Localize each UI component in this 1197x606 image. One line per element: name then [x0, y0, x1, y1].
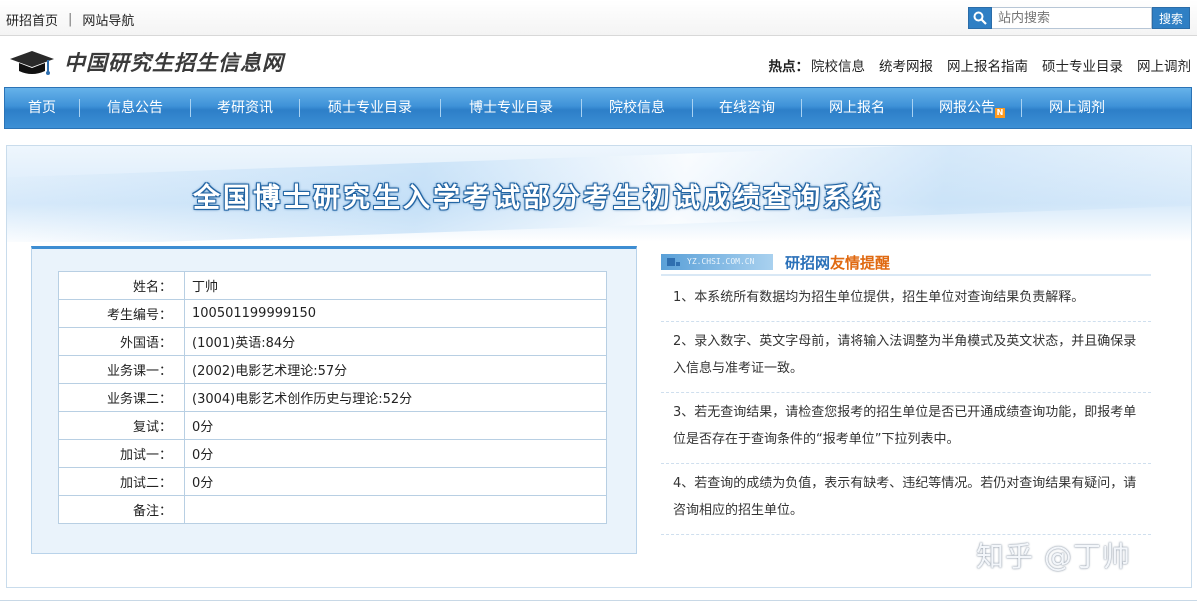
- nav-adjustment[interactable]: 网上调剂: [1022, 87, 1132, 129]
- main-nav: 首页 信息公告 考研资讯 硕士专业目录 博士专业目录 院校信息 在线咨询 网上报…: [4, 87, 1192, 129]
- main-panel: 全国博士研究生入学考试部分考生初试成绩查询系统 姓名： 丁帅 考生编号： 100501…: [6, 145, 1192, 588]
- nav-doctor-catalog[interactable]: 博士专业目录: [441, 87, 581, 129]
- notice-tag: YZ.CHSI.COM.CN: [661, 254, 773, 270]
- hot-links: 热点： 院校信息 统考网报 网上报名指南 硕士专业目录 网上调剂: [769, 55, 1192, 75]
- top-separator: |: [68, 12, 73, 27]
- field-value: 100501199999150: [184, 299, 607, 328]
- nav-master-catalog[interactable]: 硕士专业目录: [300, 87, 440, 129]
- hot-link-institutions[interactable]: 院校信息: [811, 55, 865, 75]
- search-button[interactable]: 搜索: [1152, 7, 1190, 29]
- nav-consult[interactable]: 在线咨询: [693, 87, 801, 129]
- square-icon: [676, 262, 680, 266]
- nav-announcements[interactable]: 信息公告: [80, 87, 190, 129]
- field-value: 0分: [184, 411, 607, 440]
- search-icon: [968, 7, 992, 29]
- table-row: 加试一： 0分: [58, 439, 607, 468]
- notice-list: 1、本系统所有数据均为招生单位提供，招生单位对查询结果负责解释。 2、录入数字、…: [661, 278, 1151, 535]
- notice-tag-text: YZ.CHSI.COM.CN: [687, 257, 755, 266]
- notice-item: 3、若无查询结果，请检查您报考的招生单位是否已开通成绩查询功能，即报考单位是否存…: [661, 393, 1151, 464]
- link-home[interactable]: 研招首页: [6, 10, 58, 29]
- table-row: 业务课一： (2002)电影艺术理论:57分: [58, 355, 607, 384]
- field-value: (2002)电影艺术理论:57分: [184, 355, 607, 384]
- banner: 全国博士研究生入学考试部分考生初试成绩查询系统: [7, 146, 1191, 242]
- notice-item: 2、录入数字、英文字母前，请将输入法调整为半角模式及英文状态，并且确保录入信息与…: [661, 322, 1151, 393]
- notice-item: 4、若查询的成绩为负值，表示有缺考、违纪等情况。若仍对查询结果有疑问，请咨询相应…: [661, 464, 1151, 535]
- new-badge: N: [995, 108, 1005, 118]
- field-value: [184, 495, 607, 524]
- table-row: 外国语： (1001)英语:84分: [58, 327, 607, 356]
- field-label: 加试一：: [58, 439, 185, 468]
- table-row: 加试二： 0分: [58, 467, 607, 496]
- table-row: 复试： 0分: [58, 411, 607, 440]
- top-links: 研招首页 | 网站导航: [6, 10, 134, 29]
- field-label: 加试二：: [58, 467, 185, 496]
- field-label: 姓名：: [58, 271, 185, 300]
- table-row: 备注：: [58, 495, 607, 524]
- nav-home[interactable]: 首页: [5, 87, 79, 129]
- field-label: 外国语：: [58, 327, 185, 356]
- nav-news[interactable]: 考研资讯: [191, 87, 299, 129]
- nav-registration[interactable]: 网上报名: [802, 87, 912, 129]
- score-result-panel: 姓名： 丁帅 考生编号： 100501199999150 外国语： (1001)英语:84…: [31, 246, 637, 554]
- search-input[interactable]: [992, 7, 1152, 29]
- notice-item: 1、本系统所有数据均为招生单位提供，招生单位对查询结果负责解释。: [661, 278, 1151, 322]
- field-label: 复试：: [58, 411, 185, 440]
- notice-panel: YZ.CHSI.COM.CN 研招网 友情提醒 1、本系统所有数据均为招生单位提…: [661, 244, 1151, 574]
- bottom-divider: [0, 600, 1197, 601]
- graduation-cap-icon: [10, 51, 54, 75]
- nav-registration-notice[interactable]: 网报公告 N: [939, 100, 1005, 118]
- field-value: 丁帅: [184, 271, 607, 300]
- field-value: (1001)英语:84分: [184, 327, 607, 356]
- nav-institutions[interactable]: 院校信息: [582, 87, 692, 129]
- field-value: 0分: [184, 439, 607, 468]
- site-logo[interactable]: 中国研究生招生信息网: [8, 45, 284, 79]
- table-row: 姓名： 丁帅: [58, 271, 607, 300]
- hot-link-adjustment[interactable]: 网上调剂: [1137, 55, 1191, 75]
- table-row: 考生编号： 100501199999150: [58, 299, 607, 328]
- notice-title-site: 研招网: [785, 253, 831, 272]
- field-value: (3004)电影艺术创作历史与理论:52分: [184, 383, 607, 412]
- field-label: 业务课二：: [58, 383, 185, 412]
- field-label: 业务课一：: [58, 355, 185, 384]
- field-value: 0分: [184, 467, 607, 496]
- score-table: 姓名： 丁帅 考生编号： 100501199999150 外国语： (1001)英语:84…: [58, 271, 607, 524]
- hot-link-registration-guide[interactable]: 网上报名指南: [947, 55, 1028, 75]
- notice-header: YZ.CHSI.COM.CN 研招网 友情提醒: [661, 250, 1151, 276]
- nav-registration-notice-wrap[interactable]: 网报公告 N: [913, 87, 1021, 129]
- field-label: 考生编号：: [58, 299, 185, 328]
- link-site-nav[interactable]: 网站导航: [82, 10, 134, 29]
- notice-title-reminder: 友情提醒: [830, 253, 891, 272]
- square-icon: [667, 258, 675, 266]
- watermark: 知乎 @丁帅: [976, 540, 1131, 573]
- site-search: 搜索: [968, 7, 1190, 29]
- top-bar: 研招首页 | 网站导航 搜索: [0, 0, 1197, 36]
- page-title: 全国博士研究生入学考试部分考生初试成绩查询系统: [193, 183, 883, 214]
- table-row: 业务课二： (3004)电影艺术创作历史与理论:52分: [58, 383, 607, 412]
- hot-link-master-catalog[interactable]: 硕士专业目录: [1042, 55, 1123, 75]
- field-label: 备注：: [58, 495, 185, 524]
- hot-label: 热点：: [768, 59, 810, 75]
- hot-link-online-registration[interactable]: 统考网报: [879, 55, 933, 75]
- header: 中国研究生招生信息网 热点： 院校信息 统考网报 网上报名指南 硕士专业目录 网…: [0, 37, 1197, 85]
- nav-registration-notice-label: 网报公告: [939, 100, 995, 116]
- logo-text: 中国研究生招生信息网: [64, 50, 284, 75]
